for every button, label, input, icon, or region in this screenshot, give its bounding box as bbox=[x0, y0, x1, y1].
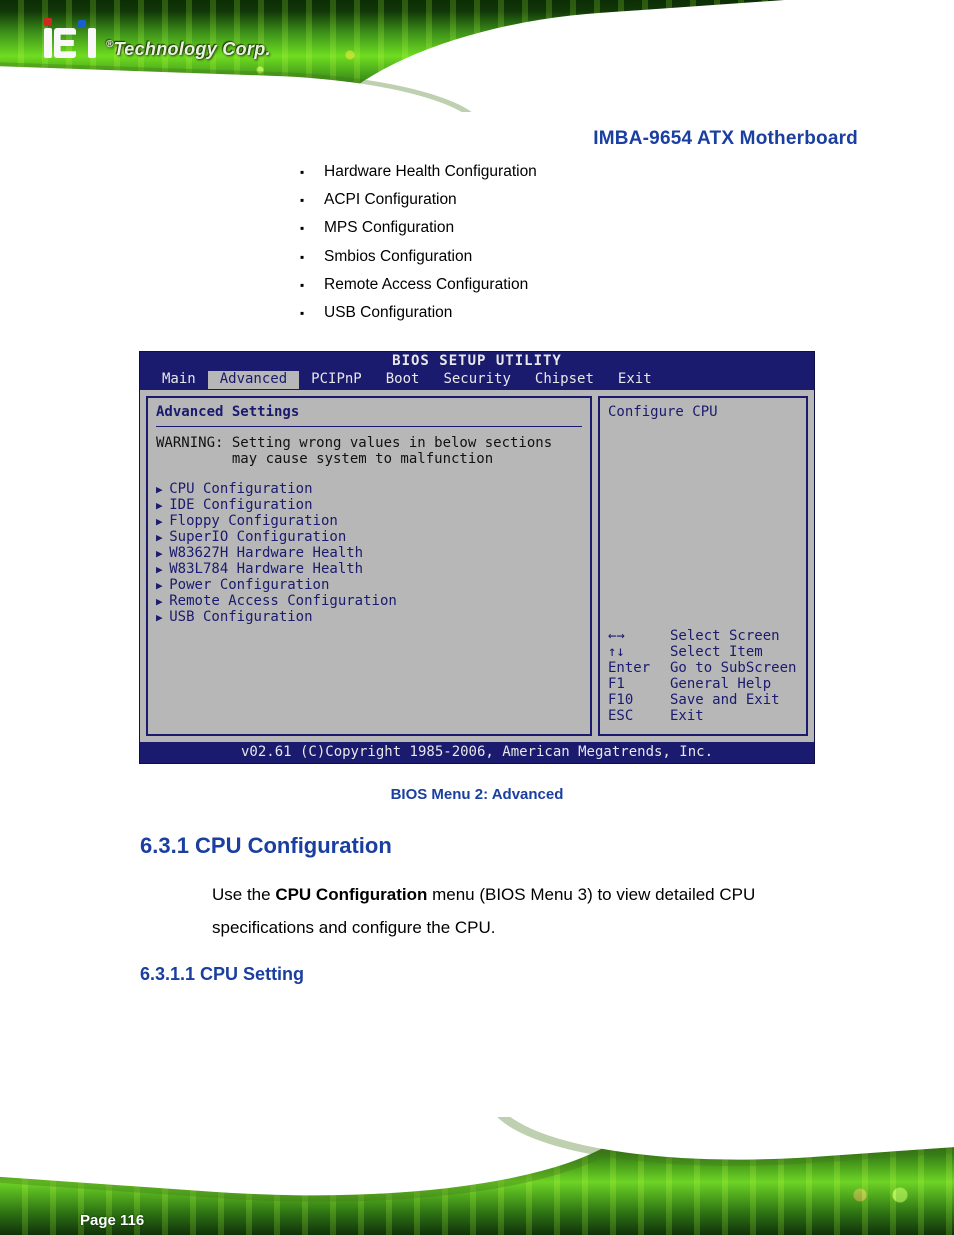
page-number: Page 116 bbox=[80, 1212, 144, 1229]
bios-title: BIOS SETUP UTILITY bbox=[140, 352, 814, 371]
submenu-usb-configuration[interactable]: USB Configuration bbox=[156, 609, 582, 625]
help-label: Select Screen bbox=[670, 628, 780, 644]
list-item: Hardware Health Configuration bbox=[300, 158, 914, 186]
list-item: Smbios Configuration bbox=[300, 243, 914, 271]
logo-letter-e bbox=[54, 28, 76, 58]
bottom-banner: Page 116 bbox=[0, 1117, 954, 1235]
list-item: Remote Access Configuration bbox=[300, 271, 914, 299]
bios-footer: v02.61 (C)Copyright 1985-2006, American … bbox=[140, 742, 814, 763]
help-row: ESC Exit bbox=[608, 708, 798, 724]
tab-exit[interactable]: Exit bbox=[606, 371, 664, 389]
bios-body: Advanced Settings WARNING: Setting wrong… bbox=[140, 390, 814, 742]
logo-letter-i2 bbox=[88, 28, 96, 58]
help-key: Enter bbox=[608, 660, 660, 676]
panel-title: Advanced Settings bbox=[156, 404, 582, 424]
bios-right-panel: Configure CPU ←→ Select Screen ↑↓ Select… bbox=[598, 396, 808, 736]
help-label: Go to SubScreen bbox=[670, 660, 796, 676]
section-paragraph: Use the CPU Configuration menu (BIOS Men… bbox=[212, 879, 818, 944]
tab-boot[interactable]: Boot bbox=[374, 371, 432, 389]
submenu-w83l784-hw-health[interactable]: W83L784 Hardware Health bbox=[156, 561, 582, 577]
section-heading: 6.3.1 CPU Configuration bbox=[140, 833, 914, 859]
warning-line: may cause system to malfunction bbox=[156, 451, 582, 467]
submenu-cpu-configuration[interactable]: CPU Configuration bbox=[156, 481, 582, 497]
subsection-heading: 6.3.1.1 CPU Setting bbox=[140, 964, 914, 985]
product-name: IMBA-9654 ATX Motherboard bbox=[40, 128, 858, 150]
list-item: MPS Configuration bbox=[300, 214, 914, 242]
para-menu-name: CPU Configuration bbox=[275, 885, 427, 904]
tab-security[interactable]: Security bbox=[431, 371, 522, 389]
help-row: ←→ Select Screen bbox=[608, 628, 798, 644]
submenu-superio-configuration[interactable]: SuperIO Configuration bbox=[156, 529, 582, 545]
logo-text: ®Technology Corp. bbox=[106, 39, 271, 60]
panel-divider bbox=[156, 426, 582, 427]
submenu-floppy-configuration[interactable]: Floppy Configuration bbox=[156, 513, 582, 529]
submenu-power-configuration[interactable]: Power Configuration bbox=[156, 577, 582, 593]
help-row: F10 Save and Exit bbox=[608, 692, 798, 708]
tab-main[interactable]: Main bbox=[150, 371, 208, 389]
submenu-ide-configuration[interactable]: IDE Configuration bbox=[156, 497, 582, 513]
help-key: ESC bbox=[608, 708, 660, 724]
brand-logo: ®Technology Corp. bbox=[40, 24, 271, 60]
para-text: menu ( bbox=[427, 885, 485, 904]
tab-advanced[interactable]: Advanced bbox=[208, 371, 299, 389]
help-key: ↑↓ bbox=[608, 644, 660, 660]
help-label: Save and Exit bbox=[670, 692, 780, 708]
feature-bullet-list: Hardware Health Configuration ACPI Confi… bbox=[300, 158, 914, 327]
submenu-remote-access-configuration[interactable]: Remote Access Configuration bbox=[156, 593, 582, 609]
help-label: General Help bbox=[670, 676, 771, 692]
submenu-w83627h-hw-health[interactable]: W83627H Hardware Health bbox=[156, 545, 582, 561]
logo-dot-icon bbox=[78, 20, 86, 28]
help-label: Select Item bbox=[670, 644, 763, 660]
help-label: Exit bbox=[670, 708, 704, 724]
bios-setup-window: BIOS SETUP UTILITY Main Advanced PCIPnP … bbox=[139, 351, 815, 764]
iei-logo-icon bbox=[40, 24, 100, 60]
logo-letter-i bbox=[44, 28, 52, 58]
para-figure-ref: BIOS Menu 3 bbox=[485, 885, 587, 904]
key-help: ←→ Select Screen ↑↓ Select Item Enter Go… bbox=[608, 628, 798, 724]
submenu-list: CPU Configuration IDE Configuration Flop… bbox=[156, 481, 582, 625]
warning-line: WARNING: Setting wrong values in below s… bbox=[156, 435, 582, 451]
para-text: Use the bbox=[212, 885, 275, 904]
page-content: IMBA-9654 ATX Motherboard Hardware Healt… bbox=[0, 128, 954, 985]
tab-pcipnp[interactable]: PCIPnP bbox=[299, 371, 374, 389]
context-help-text: Configure CPU bbox=[608, 404, 798, 420]
help-key: F1 bbox=[608, 676, 660, 692]
help-key: ←→ bbox=[608, 628, 660, 644]
help-key: F10 bbox=[608, 692, 660, 708]
help-row: Enter Go to SubScreen bbox=[608, 660, 798, 676]
help-row: F1 General Help bbox=[608, 676, 798, 692]
list-item: USB Configuration bbox=[300, 299, 914, 327]
bios-tabbar: Main Advanced PCIPnP Boot Security Chips… bbox=[140, 371, 814, 390]
tab-chipset[interactable]: Chipset bbox=[523, 371, 606, 389]
top-banner: ®Technology Corp. bbox=[0, 0, 954, 112]
bios-left-panel: Advanced Settings WARNING: Setting wrong… bbox=[146, 396, 592, 736]
figure-caption: BIOS Menu 2: Advanced bbox=[40, 786, 914, 803]
help-row: ↑↓ Select Item bbox=[608, 644, 798, 660]
list-item: ACPI Configuration bbox=[300, 186, 914, 214]
